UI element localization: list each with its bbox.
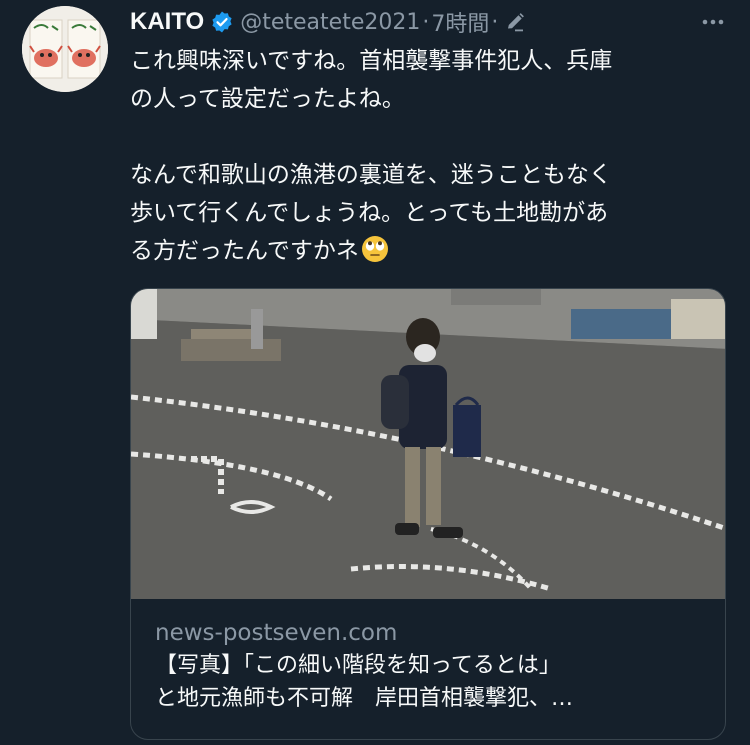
rolling-eyes-emoji-icon (361, 235, 389, 263)
link-card[interactable]: news-postseven.com 【写真】「この細い階段を知ってるとは」 と… (130, 288, 726, 740)
more-options-icon[interactable] (693, 8, 733, 36)
author-name[interactable]: KAITO (130, 8, 204, 36)
card-domain: news-postseven.com (155, 620, 398, 646)
card-title[interactable]: 【写真】「この細い階段を知ってるとは」 と地元漁師も不可解 岸田首相襲撃犯、… (155, 649, 701, 715)
tweet-text-paragraph: なんで和歌山の漁港の裏道を、迷うこともなく 歩いて行くんでしょうね。とっても土地… (130, 156, 730, 270)
tweet-header: KAITO @teteatete2021 · 7時間 · (130, 6, 526, 38)
tweet-text: これ興味深いですね。首相襲撃事件犯人、兵庫 の人って設定だったよね。 なんで和歌… (130, 42, 730, 270)
separator-dot: · (491, 9, 499, 35)
author-handle[interactable]: @teteatete2021 (240, 10, 420, 35)
avatar[interactable] (22, 6, 108, 92)
verified-badge-icon (210, 10, 234, 34)
card-image[interactable] (131, 289, 726, 599)
card-meta: news-postseven.com 【写真】「この細い階段を知ってるとは」 と… (131, 599, 725, 715)
pencil-edit-icon[interactable] (504, 11, 526, 33)
tweet[interactable]: KAITO @teteatete2021 · 7時間 · これ興味深いですね。首… (0, 0, 750, 745)
timestamp[interactable]: 7時間 (431, 6, 489, 38)
separator-dot: · (422, 9, 430, 35)
tweet-text-paragraph: これ興味深いですね。首相襲撃事件犯人、兵庫 の人って設定だったよね。 (130, 48, 613, 112)
